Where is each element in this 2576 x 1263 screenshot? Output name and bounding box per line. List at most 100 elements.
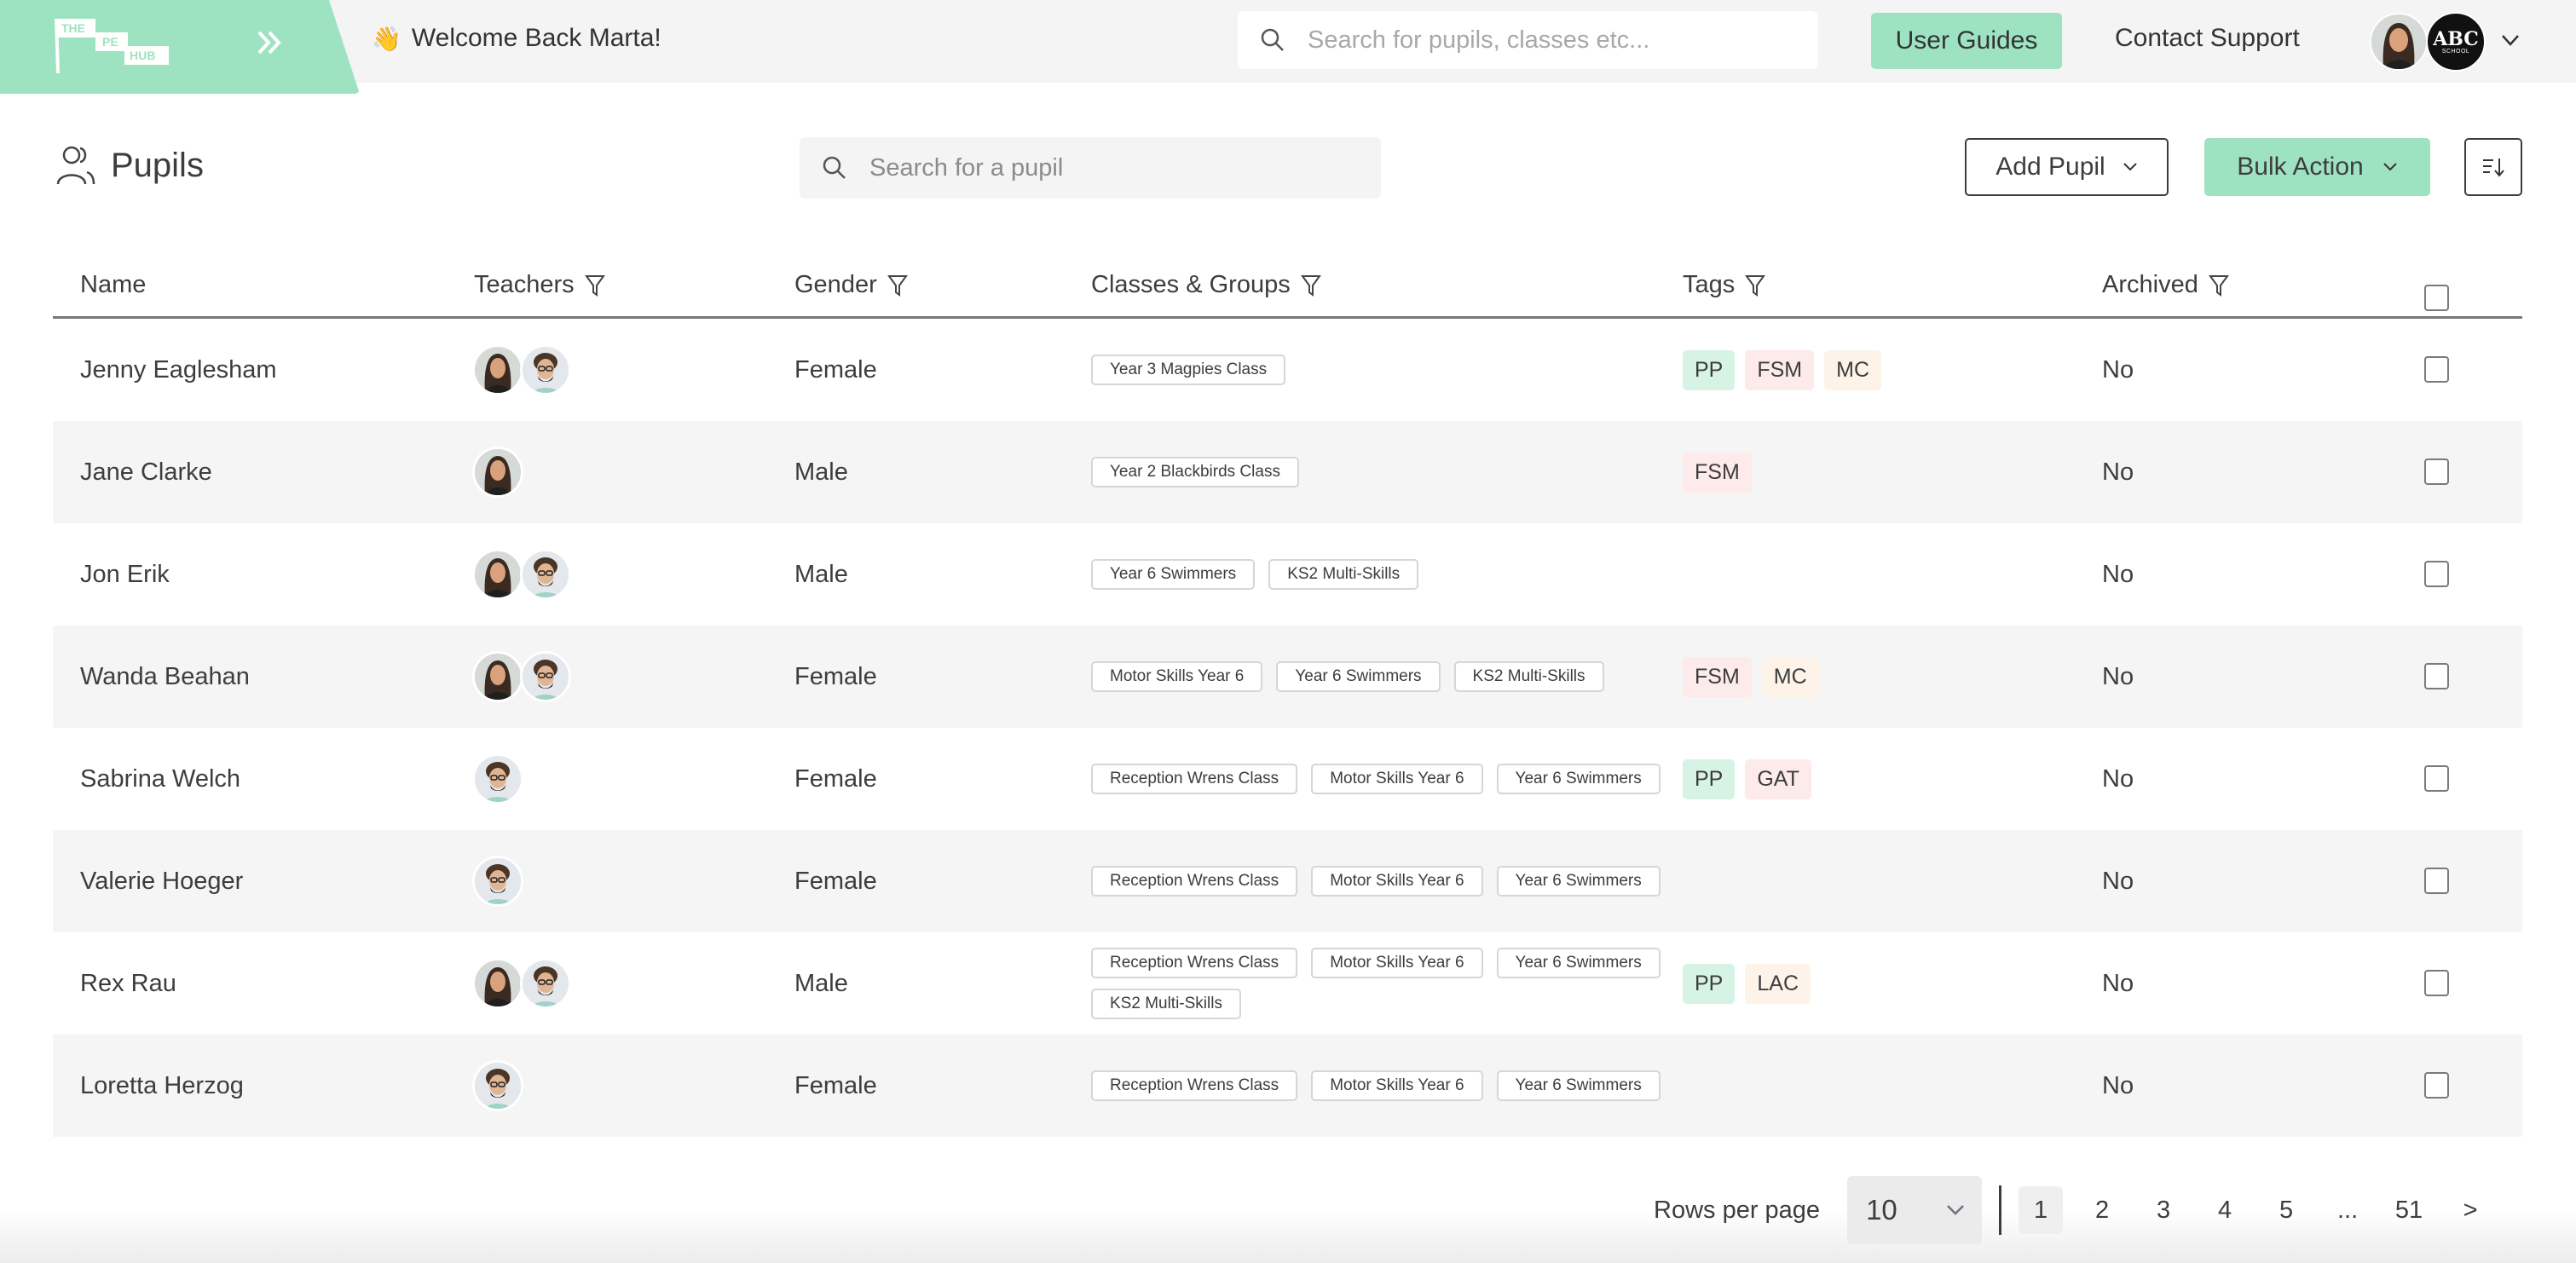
school-badge[interactable]: ABC SCHOOL	[2426, 12, 2486, 72]
table-row[interactable]: Jenny Eaglesham Female Year 3 Magpies Clas…	[53, 319, 2522, 421]
table-row[interactable]: Valerie Hoeger Female Reception Wrens Clas…	[53, 830, 2522, 932]
next-page-button[interactable]: >	[2448, 1186, 2492, 1234]
rows-per-page-select[interactable]: 10	[1847, 1176, 1983, 1244]
class-chip[interactable]: Year 6 Swimmers	[1496, 764, 1661, 794]
table-row[interactable]: Sabrina Welch Female Reception Wrens Class…	[53, 728, 2522, 830]
pupil-name[interactable]: Jon Erik	[80, 523, 170, 626]
class-chip[interactable]: Year 6 Swimmers	[1496, 948, 1661, 978]
pupil-name[interactable]: Valerie Hoeger	[80, 830, 243, 932]
class-chip[interactable]: Motor Skills Year 6	[1311, 866, 1483, 897]
page-button[interactable]: 51	[2387, 1186, 2431, 1234]
class-chip[interactable]: Reception Wrens Class	[1091, 948, 1298, 978]
male-teacher-avatar[interactable]	[472, 1060, 523, 1111]
pupil-name[interactable]: Wanda Beahan	[80, 626, 250, 728]
classes-groups: Reception Wrens Class Motor Skills Year 6…	[1091, 830, 1671, 932]
male-teacher-avatar[interactable]	[472, 856, 523, 907]
table-row[interactable]: Jon Erik Male Year 6 Swimmers KS2 Multi-Ski…	[53, 523, 2522, 626]
class-chip[interactable]: Motor Skills Year 6	[1091, 661, 1263, 692]
row-checkbox[interactable]	[2424, 970, 2449, 996]
class-chip[interactable]: Year 6 Swimmers	[1276, 661, 1441, 692]
class-chip[interactable]: KS2 Multi-Skills	[1453, 661, 1604, 692]
chevron-down-icon	[1947, 1205, 1964, 1215]
male-teacher-avatar[interactable]	[520, 958, 571, 1009]
tag-badge-pp: PP	[1683, 349, 1736, 390]
filter-icon[interactable]	[2208, 274, 2229, 297]
column-header-archived[interactable]: Archived	[2102, 271, 2229, 299]
pupil-name[interactable]: Rex Rau	[80, 932, 176, 1035]
row-checkbox[interactable]	[2424, 458, 2449, 485]
pupil-gender: Male	[794, 969, 848, 997]
expand-sidebar-button[interactable]	[252, 26, 286, 60]
pupil-name[interactable]: Jenny Eaglesham	[80, 319, 277, 421]
filter-icon[interactable]	[887, 274, 908, 297]
filter-icon[interactable]	[1300, 274, 1321, 297]
chevron-down-icon[interactable]	[2498, 27, 2523, 53]
page-button[interactable]: 5	[2264, 1186, 2308, 1234]
class-chip[interactable]: KS2 Multi-Skills	[1091, 989, 1241, 1019]
class-chip[interactable]: Reception Wrens Class	[1091, 764, 1298, 794]
pupil-gender: Female	[794, 1071, 877, 1099]
row-checkbox[interactable]	[2424, 663, 2449, 689]
table-row[interactable]: Wanda Beahan Female Motor Skills Year 6 Yea…	[53, 626, 2522, 728]
pupil-name[interactable]: Loretta Herzog	[80, 1035, 244, 1137]
user-guides-button[interactable]: User Guides	[1871, 13, 2062, 69]
column-header-teachers[interactable]: Teachers	[474, 271, 605, 299]
column-header-name[interactable]: Name	[80, 271, 146, 299]
male-teacher-avatar[interactable]	[520, 549, 571, 600]
class-chip[interactable]: Motor Skills Year 6	[1311, 764, 1483, 794]
class-chip[interactable]: Year 6 Swimmers	[1496, 1070, 1661, 1101]
page-button[interactable]: 2	[2080, 1186, 2124, 1234]
pagination-divider	[1999, 1185, 2002, 1235]
column-header-gender[interactable]: Gender	[794, 271, 908, 299]
class-chip[interactable]: Reception Wrens Class	[1091, 1070, 1298, 1101]
column-header-classes[interactable]: Classes & Groups	[1091, 271, 1321, 299]
filter-icon[interactable]	[584, 274, 605, 297]
page-button[interactable]: 4	[2203, 1186, 2247, 1234]
global-search-input[interactable]	[1308, 26, 1802, 55]
table-row[interactable]: Rex Rau Male Reception Wrens Class Motor Sk…	[53, 932, 2522, 1035]
classes-groups: Motor Skills Year 6 Year 6 Swimmers KS2 Mu…	[1091, 626, 1671, 728]
male-teacher-avatar[interactable]	[520, 344, 571, 395]
filter-icon[interactable]	[1745, 274, 1766, 297]
class-chip[interactable]: Year 6 Swimmers	[1091, 559, 1256, 590]
welcome-text: Welcome Back Marta!	[411, 24, 661, 52]
table-row[interactable]: Loretta Herzog Female Reception Wrens Clas…	[53, 1035, 2522, 1137]
add-pupil-button[interactable]: Add Pupil	[1965, 138, 2169, 196]
user-avatar[interactable]	[2370, 13, 2428, 71]
class-chip[interactable]: Year 2 Blackbirds Class	[1091, 457, 1299, 487]
table-row[interactable]: Jane Clarke Male Year 2 Blackbirds Class FS…	[53, 421, 2522, 523]
class-chip[interactable]: KS2 Multi-Skills	[1268, 559, 1419, 590]
pupil-name[interactable]: Sabrina Welch	[80, 728, 240, 830]
female-teacher-avatar[interactable]	[472, 344, 523, 395]
pupil-search-input[interactable]	[869, 153, 1347, 182]
female-teacher-avatar[interactable]	[472, 447, 523, 498]
contact-support-link[interactable]: Contact Support	[2115, 24, 2300, 53]
logo-text-the: THE	[61, 21, 85, 35]
class-chip[interactable]: Motor Skills Year 6	[1311, 948, 1483, 978]
pupil-name[interactable]: Jane Clarke	[80, 421, 212, 523]
class-chip[interactable]: Year 3 Magpies Class	[1091, 355, 1286, 385]
page-button[interactable]: 3	[2141, 1186, 2186, 1234]
male-teacher-avatar[interactable]	[520, 651, 571, 702]
class-chip[interactable]: Year 6 Swimmers	[1496, 866, 1661, 897]
female-teacher-avatar[interactable]	[472, 549, 523, 600]
female-teacher-avatar[interactable]	[472, 958, 523, 1009]
row-checkbox[interactable]	[2424, 765, 2449, 792]
page-button[interactable]: 1	[2019, 1186, 2064, 1234]
male-teacher-avatar[interactable]	[472, 753, 523, 805]
row-checkbox[interactable]	[2424, 356, 2449, 383]
row-checkbox[interactable]	[2424, 1072, 2449, 1099]
select-all-checkbox[interactable]	[2424, 285, 2449, 311]
class-chip[interactable]: Reception Wrens Class	[1091, 866, 1298, 897]
column-header-label: Tags	[1683, 271, 1736, 298]
pe-hub-logo[interactable]: THE PE HUB	[51, 15, 188, 75]
bulk-action-button[interactable]: Bulk Action	[2204, 138, 2430, 196]
row-checkbox[interactable]	[2424, 561, 2449, 587]
column-header-tags[interactable]: Tags	[1683, 271, 1766, 299]
row-checkbox[interactable]	[2424, 868, 2449, 894]
female-teacher-avatar[interactable]	[472, 651, 523, 702]
sort-button[interactable]	[2464, 138, 2522, 196]
global-search[interactable]	[1238, 11, 1817, 69]
class-chip[interactable]: Motor Skills Year 6	[1311, 1070, 1483, 1101]
pupil-search[interactable]	[800, 137, 1381, 199]
